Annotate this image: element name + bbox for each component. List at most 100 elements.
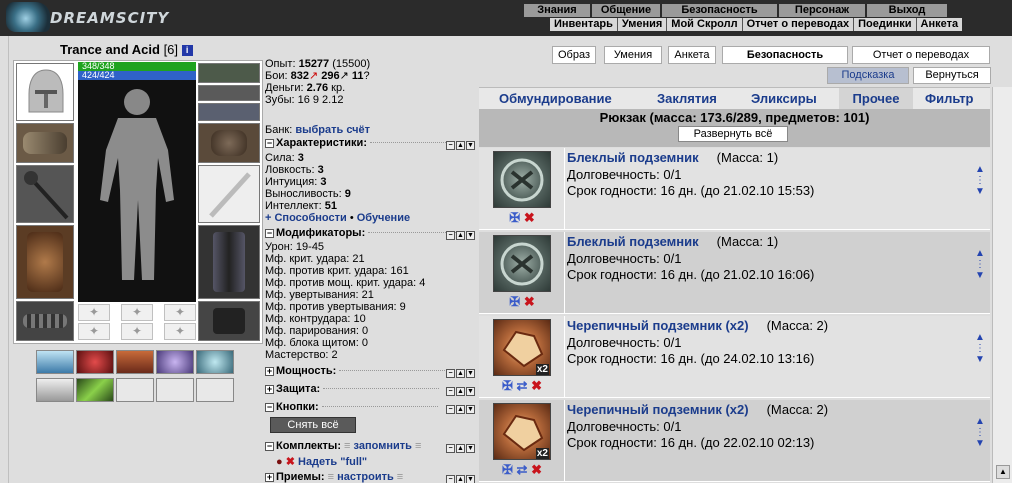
arrow-down-icon[interactable]: ▼ <box>466 444 475 453</box>
submenu-profile[interactable]: Анкета <box>915 18 963 31</box>
arrow-up-icon[interactable]: ▲ <box>456 369 465 378</box>
bracers-slot[interactable] <box>16 123 74 163</box>
scroll-slot-7[interactable] <box>76 378 114 402</box>
arrow-down-icon[interactable]: ▼ <box>466 231 475 240</box>
scroll-up-icon[interactable]: ▲ <box>996 465 1010 479</box>
scroll-slot-6[interactable] <box>36 378 74 402</box>
belt-slot[interactable] <box>16 301 74 341</box>
shield-slot[interactable] <box>198 165 260 223</box>
info-icon[interactable]: i <box>181 45 193 56</box>
remember-set-link[interactable]: запомнить <box>354 440 412 452</box>
collapse-icon[interactable]: − <box>265 139 274 148</box>
tab-other[interactable]: Прочее <box>839 88 913 110</box>
amulet-slot[interactable] <box>198 63 260 83</box>
arrow-up-icon[interactable]: ▲ <box>456 387 465 396</box>
item-icon[interactable] <box>493 151 551 208</box>
item-move-icon[interactable]: ▲ ⋮ ▼ <box>975 164 985 204</box>
arrow-down-icon[interactable]: ▼ <box>466 475 475 483</box>
submenu-skills[interactable]: Умения <box>616 18 666 31</box>
collapse-icon[interactable]: − <box>265 229 274 238</box>
arrow-down-icon[interactable]: ▼ <box>466 387 475 396</box>
item-move-icon[interactable]: ▲ ⋮ ▼ <box>975 248 985 288</box>
submenu-fights[interactable]: Поединки <box>853 18 915 31</box>
menu-knowledge[interactable]: Знания <box>522 4 590 17</box>
use-icon[interactable]: ✠ <box>502 462 513 477</box>
menu-chat[interactable]: Общение <box>590 4 660 17</box>
collapse-icon[interactable]: − <box>265 442 274 451</box>
submenu-inventory[interactable]: Инвентарь <box>550 18 617 31</box>
tab-security[interactable]: Безопасность <box>722 46 848 64</box>
item-icon[interactable] <box>493 235 551 292</box>
item-move-icon[interactable]: ▲ ⋮ ▼ <box>975 332 985 372</box>
submenu-transfer-report[interactable]: Отчет о переводах <box>741 18 854 31</box>
scroll-slot-2[interactable] <box>76 350 114 374</box>
item-name[interactable]: Черепичный подземник (x2) (Масса: 2) <box>567 318 828 333</box>
abilities-link[interactable]: + Способности <box>265 212 347 224</box>
minimize-icon[interactable]: − <box>446 369 455 378</box>
scroll-slot-10[interactable] <box>196 378 234 402</box>
scroll-slot-4[interactable] <box>156 350 194 374</box>
arrow-down-icon[interactable]: ▼ <box>466 405 475 414</box>
armor-slot[interactable] <box>16 225 74 299</box>
bank-select-link[interactable]: выбрать счёт <box>295 124 370 136</box>
rings-slot[interactable] <box>198 103 260 121</box>
arrow-up-icon[interactable]: ▲ <box>456 405 465 414</box>
menu-exit[interactable]: Выход <box>865 4 947 17</box>
rune-slot-2[interactable]: ✦ <box>121 304 153 321</box>
item-icon[interactable]: x2 <box>493 403 551 460</box>
training-link[interactable]: Обучение <box>357 212 410 224</box>
rune-slot-5[interactable]: ✦ <box>121 323 153 340</box>
item-name[interactable]: Черепичный подземник (x2) (Масса: 2) <box>567 402 828 417</box>
tab-elixirs[interactable]: Эликсиры <box>751 91 817 106</box>
delete-icon[interactable]: ✖ <box>524 294 535 309</box>
tab-transfer-report[interactable]: Отчет о переводах <box>852 46 990 64</box>
tab-skills[interactable]: Умения <box>604 46 662 64</box>
rune-slot-6[interactable]: ✦ <box>164 323 196 340</box>
split-icon[interactable]: ⇄ <box>517 378 528 393</box>
item-name[interactable]: Блеклый подземник (Масса: 1) <box>567 234 778 249</box>
arrow-up-icon[interactable]: ▲ <box>456 141 465 150</box>
delete-set-icon[interactable]: ✖ <box>286 456 295 468</box>
configure-link[interactable]: настроить <box>337 471 394 483</box>
arrow-down-icon[interactable]: ▼ <box>466 141 475 150</box>
scroll-slot-5[interactable] <box>196 350 234 374</box>
item-move-icon[interactable]: ▲ ⋮ ▼ <box>975 416 985 456</box>
expand-icon[interactable]: + <box>265 367 274 376</box>
minimize-icon[interactable]: − <box>446 141 455 150</box>
earrings-slot[interactable] <box>198 85 260 101</box>
return-button[interactable]: Вернуться <box>913 67 991 84</box>
remove-all-button[interactable]: Снять всё <box>270 417 356 433</box>
tab-profile[interactable]: Анкета <box>668 46 716 64</box>
use-icon[interactable]: ✠ <box>509 294 520 309</box>
tab-image[interactable]: Образ <box>552 46 596 64</box>
boots-slot[interactable] <box>198 301 260 341</box>
rune-slot-3[interactable]: ✦ <box>164 304 196 321</box>
split-icon[interactable]: ⇄ <box>517 462 528 477</box>
use-icon[interactable]: ✠ <box>509 210 520 225</box>
minimize-icon[interactable]: − <box>446 444 455 453</box>
scroll-slot-9[interactable] <box>156 378 194 402</box>
menu-security[interactable]: Безопасность <box>660 4 777 17</box>
minimize-icon[interactable]: − <box>446 387 455 396</box>
expand-icon[interactable]: + <box>265 473 274 482</box>
scroll-slot-8[interactable] <box>116 378 154 402</box>
collapse-icon[interactable]: − <box>265 403 274 412</box>
wear-full-link[interactable]: Надеть "full" <box>298 456 367 468</box>
helmet-slot[interactable] <box>16 63 74 121</box>
tab-filter[interactable]: Фильтр <box>925 91 974 106</box>
arrow-up-icon[interactable]: ▲ <box>456 475 465 483</box>
rune-slot-4[interactable]: ✦ <box>78 323 110 340</box>
delete-icon[interactable]: ✖ <box>531 378 542 393</box>
minimize-icon[interactable]: − <box>446 405 455 414</box>
minimize-icon[interactable]: − <box>446 231 455 240</box>
scroll-slot-1[interactable] <box>36 350 74 374</box>
tab-spells[interactable]: Заклятия <box>657 91 717 106</box>
arrow-up-icon[interactable]: ▲ <box>456 444 465 453</box>
inventory-scrollbar[interactable]: ▲ <box>992 87 1012 483</box>
submenu-my-scroll[interactable]: Мой Скролл <box>666 18 741 31</box>
delete-icon[interactable]: ✖ <box>531 462 542 477</box>
expand-all-button[interactable]: Развернуть всё <box>678 126 788 142</box>
item-name[interactable]: Блеклый подземник (Масса: 1) <box>567 150 778 165</box>
game-logo[interactable]: DREAMSCITY <box>4 2 168 32</box>
use-icon[interactable]: ✠ <box>502 378 513 393</box>
